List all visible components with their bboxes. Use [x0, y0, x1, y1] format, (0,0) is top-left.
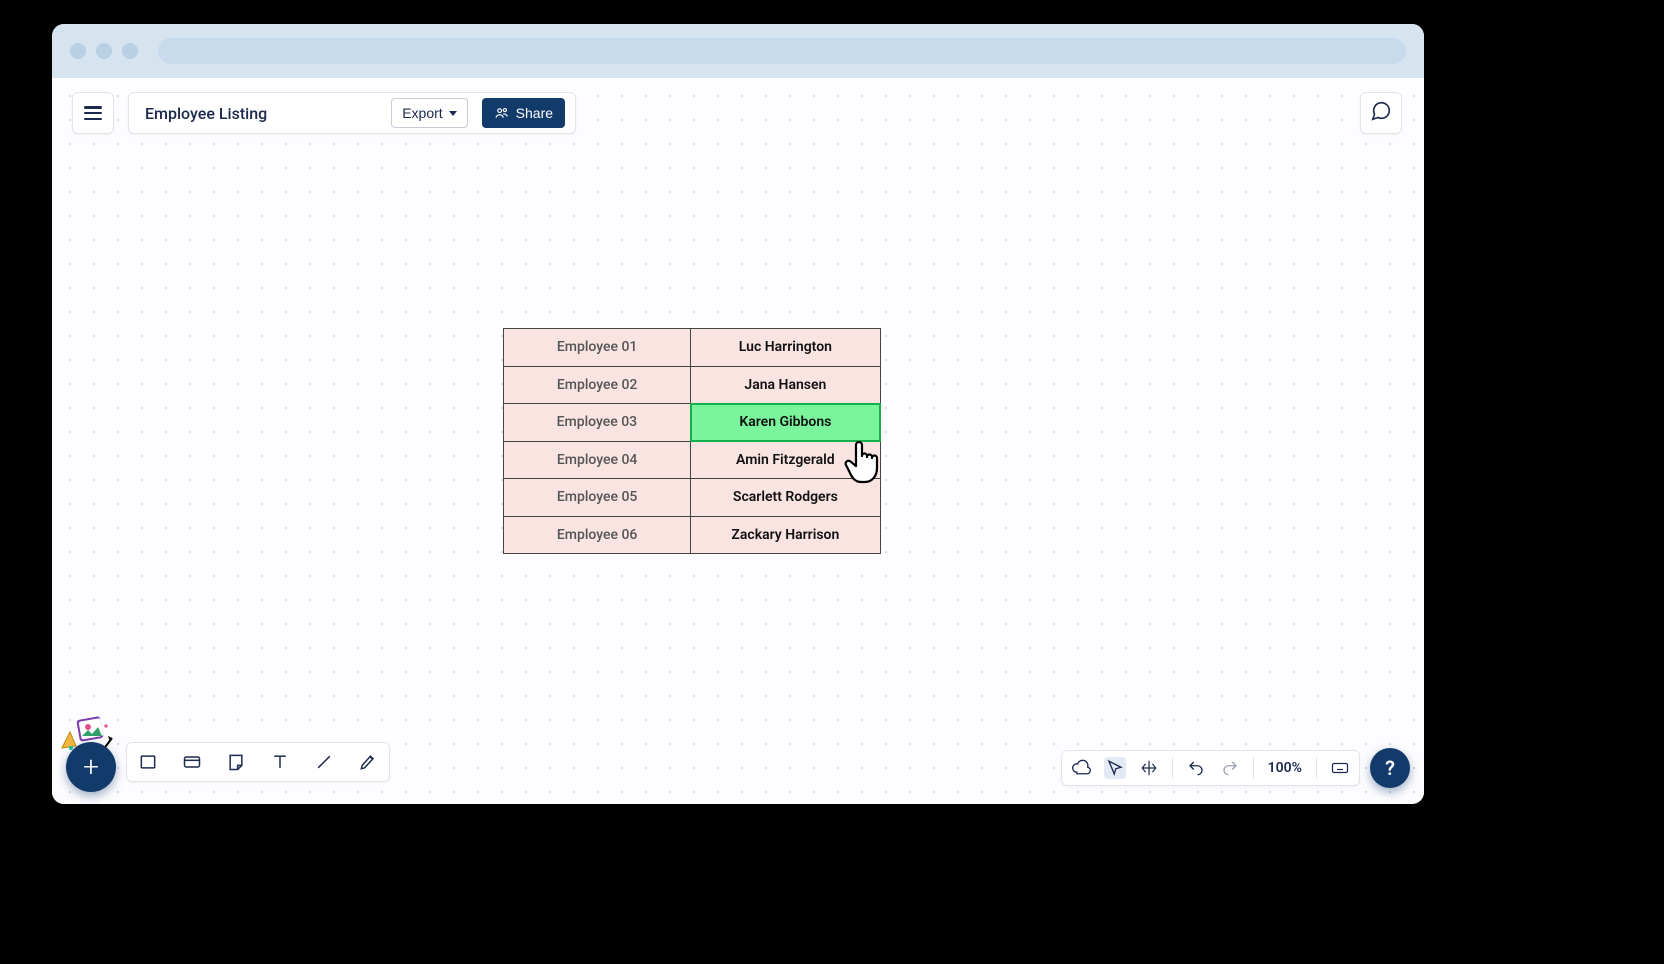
employee-name-cell[interactable]: Karen Gibbons	[691, 404, 880, 442]
export-button[interactable]: Export	[391, 98, 467, 128]
browser-chrome	[52, 24, 1424, 78]
title-card: Employee Listing Export Share	[128, 92, 576, 134]
employee-label-cell[interactable]: Employee 05	[504, 479, 691, 517]
help-button[interactable]: ?	[1370, 748, 1410, 788]
window-control-dot[interactable]	[122, 43, 138, 59]
export-label: Export	[402, 105, 442, 121]
employee-label-cell[interactable]: Employee 03	[504, 404, 691, 442]
employee-name-cell[interactable]: Zackary Harrison	[691, 516, 880, 554]
comments-button[interactable]	[1360, 92, 1402, 134]
line-tool-icon[interactable]	[313, 751, 335, 773]
menu-button[interactable]	[72, 92, 114, 134]
people-icon	[494, 106, 510, 120]
employee-table[interactable]: Employee 01Luc HarringtonEmployee 02Jana…	[503, 328, 881, 554]
employee-name-cell[interactable]: Luc Harrington	[691, 329, 880, 367]
employee-label-cell[interactable]: Employee 04	[504, 441, 691, 479]
redo-icon[interactable]	[1219, 757, 1241, 779]
plus-icon: +	[83, 753, 99, 781]
cloud-sync-icon[interactable]	[1070, 757, 1092, 779]
caret-down-icon	[449, 111, 457, 116]
shapes-widget[interactable]: +	[64, 736, 116, 788]
zoom-level[interactable]: 100%	[1266, 760, 1304, 776]
tool-palette	[126, 742, 390, 782]
bottom-right-tools: 100% ?	[1061, 748, 1410, 788]
employee-label-cell[interactable]: Employee 01	[504, 329, 691, 367]
window-control-dot[interactable]	[96, 43, 112, 59]
keyboard-icon[interactable]	[1329, 757, 1351, 779]
table-row[interactable]: Employee 02Jana Hansen	[504, 366, 881, 404]
canvas-area[interactable]: Employee Listing Export Share	[52, 78, 1424, 804]
table-row[interactable]: Employee 05Scarlett Rodgers	[504, 479, 881, 517]
table-row[interactable]: Employee 06Zackary Harrison	[504, 516, 881, 554]
employee-name-cell[interactable]: Jana Hansen	[691, 366, 880, 404]
hamburger-icon	[84, 106, 102, 120]
sticky-note-tool-icon[interactable]	[225, 751, 247, 773]
employee-name-cell[interactable]: Amin Fitzgerald	[691, 441, 880, 479]
employee-name-cell[interactable]: Scarlett Rodgers	[691, 479, 880, 517]
share-button[interactable]: Share	[482, 98, 565, 128]
browser-window: Employee Listing Export Share	[52, 24, 1424, 804]
card-tool-icon[interactable]	[181, 751, 203, 773]
add-shape-button[interactable]: +	[66, 742, 116, 792]
text-tool-icon[interactable]	[269, 751, 291, 773]
undo-icon[interactable]	[1185, 757, 1207, 779]
table-row[interactable]: Employee 04Amin Fitzgerald	[504, 441, 881, 479]
employee-label-cell[interactable]: Employee 06	[504, 516, 691, 554]
help-label: ?	[1385, 756, 1395, 780]
employee-label-cell[interactable]: Employee 02	[504, 366, 691, 404]
pointer-tool-icon[interactable]	[1104, 757, 1126, 779]
window-control-dot[interactable]	[70, 43, 86, 59]
top-toolbar: Employee Listing Export Share	[72, 92, 576, 134]
bottom-left-tools: +	[64, 736, 390, 788]
rectangle-tool-icon[interactable]	[137, 751, 159, 773]
url-bar[interactable]	[158, 38, 1406, 64]
chat-icon	[1370, 100, 1392, 126]
table-row[interactable]: Employee 03Karen Gibbons	[504, 404, 881, 442]
view-controls: 100%	[1061, 750, 1360, 786]
share-label: Share	[516, 105, 553, 121]
highlighter-tool-icon[interactable]	[357, 751, 379, 773]
table-row[interactable]: Employee 01Luc Harrington	[504, 329, 881, 367]
pan-tool-icon[interactable]	[1138, 757, 1160, 779]
document-title[interactable]: Employee Listing	[145, 104, 377, 123]
